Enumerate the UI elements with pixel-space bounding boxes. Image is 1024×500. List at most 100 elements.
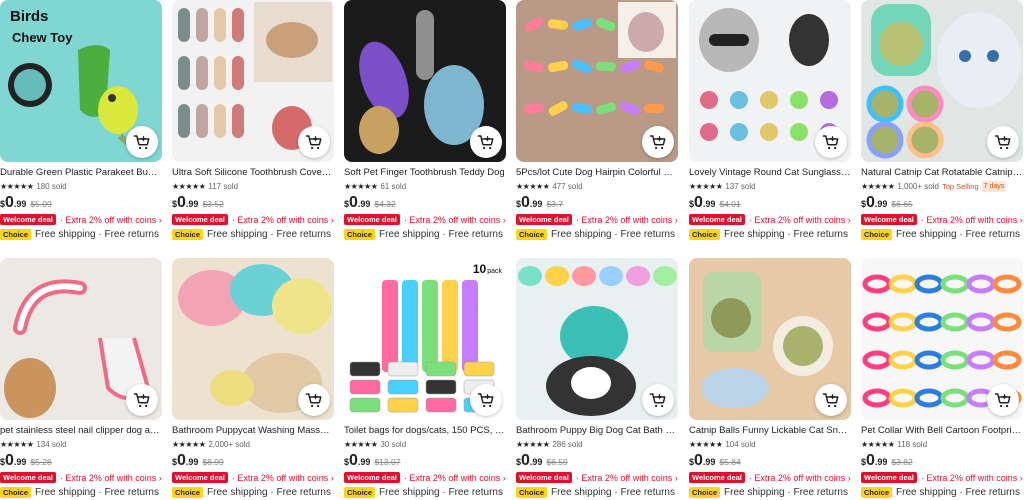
product-card[interactable]: Catnip Balls Funny Lickable Cat Snack To… (689, 258, 851, 498)
star-rating-icon: ★★★★★ (516, 440, 550, 449)
cart-icon (133, 133, 151, 151)
add-to-cart-button[interactable] (642, 384, 674, 416)
deal-row: Welcome deal · Extra 2% off with coins › (172, 472, 334, 483)
product-title[interactable]: Durable Green Plastic Parakeet Budgie Ch… (0, 167, 162, 179)
product-title[interactable]: Bathroom Puppycat Washing Massage Brush (172, 425, 334, 437)
product-title[interactable]: pet stainless steel nail clipper dog and… (0, 425, 162, 437)
product-grid: Birds Chew Toy Durable Green Plastic Par… (0, 0, 1024, 500)
coins-discount-text: · Extra 2% off with coins › (231, 472, 334, 483)
shipping-text: Free shipping · Free returns (207, 487, 331, 498)
product-title[interactable]: Pet Collar With Bell Cartoon Footprint C… (861, 425, 1023, 437)
product-title[interactable]: Ultra Soft Silicone Toothbrush Cover Pet (172, 167, 334, 179)
cart-icon (822, 133, 840, 151)
product-image[interactable] (172, 0, 334, 162)
price-row: $ 0 .99 $6.65 (861, 195, 1023, 212)
sold-count: 117 sold (208, 182, 239, 191)
current-price: $ 0 .99 (344, 453, 370, 470)
product-title[interactable]: Natural Catnip Cat Rotatable Catnip Ball (861, 167, 1023, 179)
welcome-deal-badge: Welcome deal (689, 472, 745, 483)
original-price: $8.99 (202, 457, 224, 467)
star-rating-icon: ★★★★★ (0, 182, 34, 191)
choice-badge: Choice (172, 487, 204, 498)
price-decimal: .99 (357, 457, 371, 467)
star-rating-icon: ★★★★★ (516, 182, 550, 191)
product-image[interactable] (0, 258, 162, 420)
add-to-cart-button[interactable] (642, 126, 674, 158)
product-image[interactable] (344, 0, 506, 162)
product-card[interactable]: Ultra Soft Silicone Toothbrush Cover Pet… (172, 0, 334, 240)
add-to-cart-button[interactable] (126, 384, 158, 416)
rating-row: ★★★★★ 1,000+ sold Top Selling 7 days (861, 181, 1023, 192)
choice-badge: Choice (516, 487, 548, 498)
image-overlay-title: Birds (10, 8, 49, 25)
deal-row: Welcome deal · Extra 2% off with coins › (172, 214, 334, 225)
add-to-cart-button[interactable] (987, 126, 1019, 158)
deal-row: Welcome deal · Extra 2% off with coins › (0, 472, 162, 483)
add-to-cart-button[interactable] (298, 126, 330, 158)
price-integer: 0 (177, 452, 186, 469)
price-decimal: .99 (185, 457, 199, 467)
current-price: $ 0 .99 (0, 195, 26, 212)
product-title[interactable]: 5Pcs/lot Cute Dog Hairpin Colorful Bone … (516, 167, 678, 179)
coins-discount-text: · Extra 2% off with coins › (920, 214, 1023, 225)
star-rating-icon: ★★★★★ (689, 440, 723, 449)
product-card[interactable]: Lovely Vintage Round Cat Sunglasses Pet … (689, 0, 851, 240)
add-to-cart-button[interactable] (470, 126, 502, 158)
product-card[interactable]: Soft Pet Finger Toothbrush Teddy Dog ★★★… (344, 0, 506, 240)
cart-icon (994, 133, 1012, 151)
shipping-text: Free shipping · Free returns (35, 487, 159, 498)
product-image[interactable] (689, 258, 851, 420)
product-card[interactable]: pet stainless steel nail clipper dog and… (0, 258, 162, 498)
shipping-text: Free shipping · Free returns (551, 229, 675, 240)
deal-row: Welcome deal · Extra 2% off with coins › (344, 472, 506, 483)
price-decimal: .99 (185, 199, 199, 209)
shipping-row: Choice Free shipping · Free returns (172, 229, 334, 240)
product-card[interactable]: Bathroom Puppy Big Dog Cat Bath Massage … (516, 258, 678, 498)
add-to-cart-button[interactable] (470, 384, 502, 416)
product-card[interactable]: Bathroom Puppycat Washing Massage Brush … (172, 258, 334, 498)
product-image[interactable]: 10 pack (344, 258, 506, 420)
current-price: $ 0 .99 (689, 453, 715, 470)
product-title[interactable]: Soft Pet Finger Toothbrush Teddy Dog (344, 167, 506, 179)
price-row: $ 0 .99 $4.32 (344, 195, 506, 212)
product-card[interactable]: Pet Collar With Bell Cartoon Footprint C… (861, 258, 1023, 498)
shipping-row: Choice Free shipping · Free returns (0, 487, 162, 498)
product-image[interactable] (861, 258, 1023, 420)
product-title[interactable]: Bathroom Puppy Big Dog Cat Bath Massage (516, 425, 678, 437)
shipping-row: Choice Free shipping · Free returns (516, 229, 678, 240)
product-title[interactable]: Lovely Vintage Round Cat Sunglasses Pet (689, 167, 851, 179)
add-to-cart-button[interactable] (815, 126, 847, 158)
add-to-cart-button[interactable] (126, 126, 158, 158)
product-title[interactable]: Catnip Balls Funny Lickable Cat Snack To… (689, 425, 851, 437)
product-title[interactable]: Toilet bags for dogs/cats, 150 PCS, garb… (344, 425, 506, 437)
product-card[interactable]: Natural Catnip Cat Rotatable Catnip Ball… (861, 0, 1023, 240)
add-to-cart-button[interactable] (987, 384, 1019, 416)
product-image[interactable] (516, 258, 678, 420)
shipping-row: Choice Free shipping · Free returns (861, 487, 1023, 498)
star-rating-icon: ★★★★★ (172, 182, 206, 191)
price-row: $ 0 .99 $3.82 (861, 453, 1023, 470)
product-card[interactable]: Birds Chew Toy Durable Green Plastic Par… (0, 0, 162, 240)
product-image[interactable] (516, 0, 678, 162)
rating-row: ★★★★★ 134 sold (0, 439, 162, 450)
choice-badge: Choice (172, 229, 204, 240)
add-to-cart-button[interactable] (815, 384, 847, 416)
original-price: $6.59 (546, 457, 568, 467)
deal-row: Welcome deal · Extra 2% off with coins › (344, 214, 506, 225)
price-integer: 0 (866, 194, 875, 211)
shipping-row: Choice Free shipping · Free returns (172, 487, 334, 498)
add-to-cart-button[interactable] (298, 384, 330, 416)
product-image[interactable] (861, 0, 1023, 162)
product-image[interactable] (689, 0, 851, 162)
product-card[interactable]: 5Pcs/lot Cute Dog Hairpin Colorful Bone … (516, 0, 678, 240)
rating-row: ★★★★★ 180 sold (0, 181, 162, 192)
product-image[interactable] (172, 258, 334, 420)
shipping-row: Choice Free shipping · Free returns (689, 229, 851, 240)
current-price: $ 0 .99 (516, 195, 542, 212)
sold-count: 180 sold (36, 182, 67, 191)
product-card[interactable]: 10 pack Toilet bags for dogs/cats, 150 P… (344, 258, 506, 498)
choice-badge: Choice (0, 229, 32, 240)
price-integer: 0 (177, 194, 186, 211)
product-image[interactable]: Birds Chew Toy (0, 0, 162, 162)
price-decimal: .99 (13, 199, 27, 209)
